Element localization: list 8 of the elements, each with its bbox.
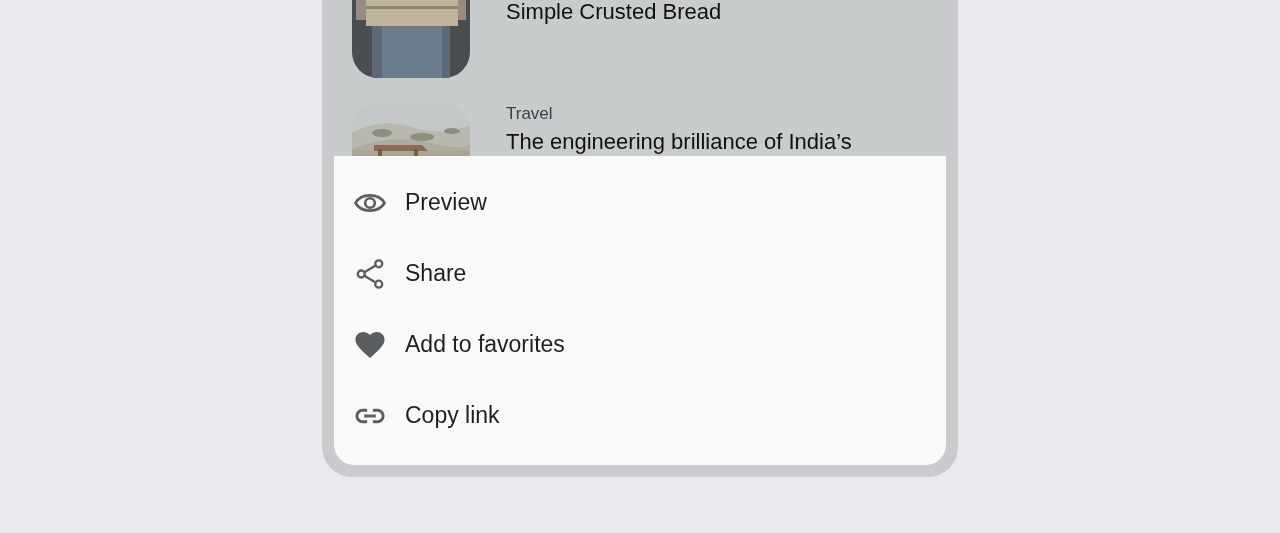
article-title: Simple Crusted Bread (506, 1, 722, 23)
menu-item[interactable]: Add to favorites (334, 309, 946, 380)
menu-item[interactable]: Preview (334, 167, 946, 238)
menu-item[interactable]: Share (334, 238, 946, 309)
menu-item[interactable]: Copy link (334, 380, 946, 451)
share-icon (354, 257, 386, 290)
article-title: The engineering brilliance of India’s (506, 131, 852, 153)
article-category: Travel (506, 105, 554, 123)
